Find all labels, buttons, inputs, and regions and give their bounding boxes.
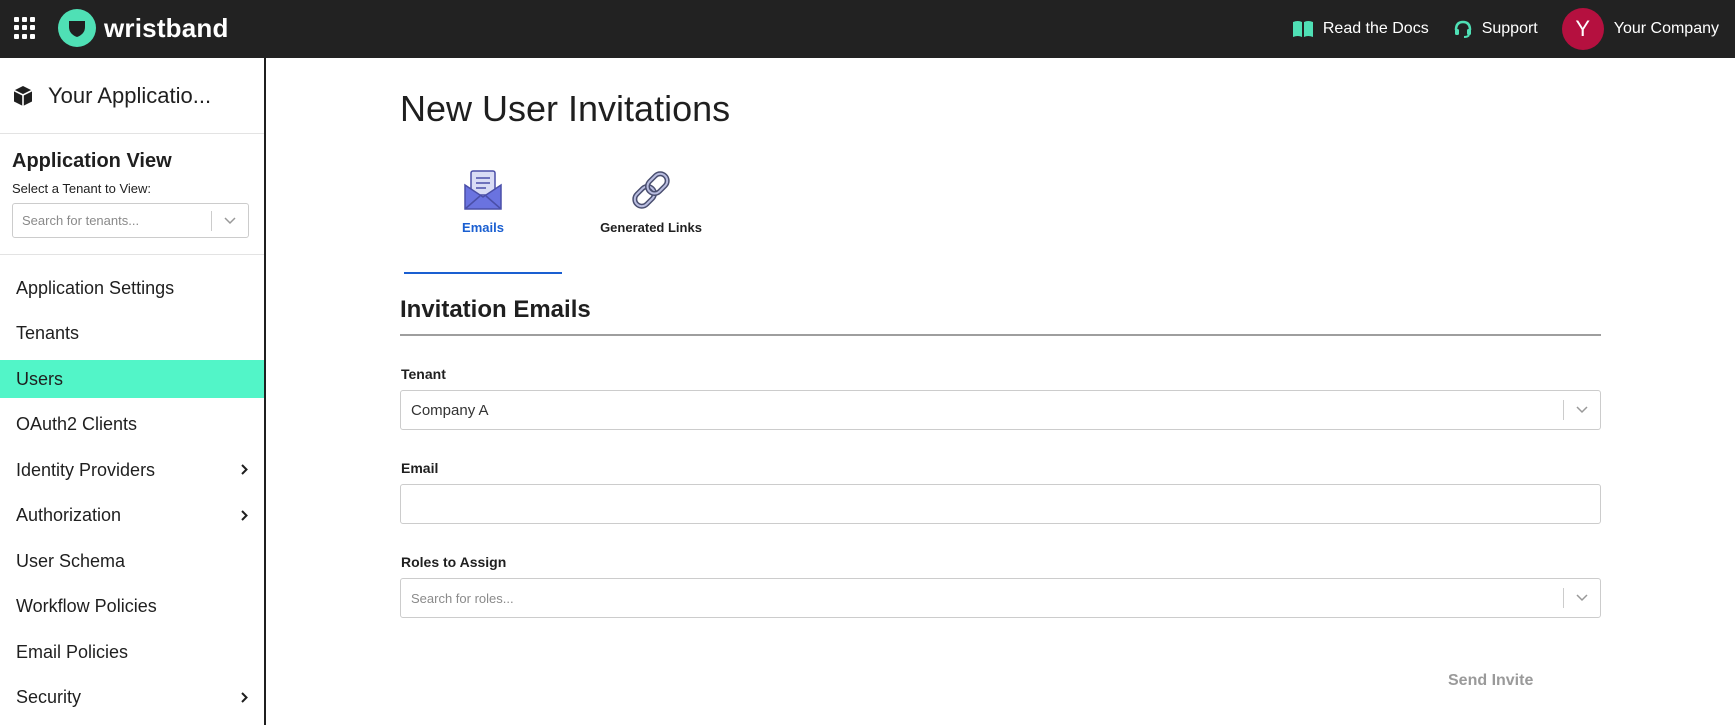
roles-field-label: Roles to Assign bbox=[401, 554, 507, 570]
sidebar-item-label: Email Policies bbox=[16, 641, 129, 662]
brand-logo[interactable]: wristband bbox=[58, 9, 229, 47]
tab-emails[interactable]: Emails bbox=[404, 166, 562, 274]
section-divider bbox=[400, 334, 1601, 336]
sidebar-item-authorization[interactable]: Authorization bbox=[0, 497, 264, 535]
sidebar-item-label: Authorization bbox=[16, 505, 122, 525]
support-link[interactable]: Support bbox=[1453, 19, 1538, 39]
read-docs-link[interactable]: Read the Docs bbox=[1292, 20, 1429, 38]
chevron-down-icon[interactable] bbox=[1564, 594, 1600, 602]
tab-label: Emails bbox=[462, 220, 504, 235]
chevron-right-icon bbox=[241, 509, 248, 521]
tab-label: Generated Links bbox=[600, 220, 702, 235]
app-switcher[interactable]: Your Applicatio... bbox=[0, 58, 264, 134]
wristband-logo-icon bbox=[58, 9, 96, 47]
headset-icon bbox=[1454, 20, 1471, 38]
tenant-search-select[interactable]: Search for tenants... bbox=[12, 203, 249, 238]
sidebar-item-user-schema[interactable]: User Schema bbox=[0, 542, 264, 580]
main-content: New User Invitations Emails Generated Li… bbox=[268, 58, 1735, 725]
sidebar-item-identity-providers[interactable]: Identity Providers bbox=[0, 451, 264, 489]
email-field[interactable] bbox=[401, 485, 1600, 523]
chevron-right-icon bbox=[241, 464, 248, 475]
send-invite-button[interactable]: Send Invite bbox=[1448, 672, 1533, 690]
email-field-label: Email bbox=[401, 460, 439, 476]
sidebar-item-oauth2-clients[interactable]: OAuth2 Clients bbox=[0, 406, 264, 444]
read-docs-label: Read the Docs bbox=[1322, 20, 1429, 37]
support-label: Support bbox=[1481, 20, 1538, 37]
sidebar-item-email-policies[interactable]: Email Policies bbox=[0, 633, 264, 671]
sidebar-item-workflow-policies[interactable]: Workflow Policies bbox=[0, 588, 264, 626]
sidebar-item-label: Application Settings bbox=[16, 277, 175, 298]
sidebar: Your Applicatio... Application View Sele… bbox=[0, 58, 266, 725]
chevron-down-icon[interactable] bbox=[1564, 406, 1600, 414]
sidebar-item-users[interactable]: Users bbox=[0, 360, 264, 398]
sidebar-item-label: Workflow Policies bbox=[16, 596, 157, 616]
brand-name: wristband bbox=[104, 12, 229, 43]
invitation-tabs: Emails Generated Links bbox=[404, 166, 730, 274]
book-icon bbox=[1292, 21, 1313, 37]
sidebar-item-label: Identity Providers bbox=[16, 459, 156, 480]
application-view-panel: Application View Select a Tenant to View… bbox=[0, 134, 264, 255]
sidebar-item-label: Users bbox=[16, 368, 64, 389]
tenant-select-label: Select a Tenant to View: bbox=[12, 181, 152, 196]
top-bar: wristband Read the Docs Support Y Your C… bbox=[0, 0, 1735, 58]
chevron-down-icon[interactable] bbox=[212, 216, 248, 225]
section-title: Invitation Emails bbox=[400, 296, 591, 323]
tenant-selected-value: Company A bbox=[411, 401, 489, 419]
tab-generated-links[interactable]: Generated Links bbox=[572, 166, 730, 266]
sidebar-nav: Application Settings Tenants Users OAuth… bbox=[0, 255, 264, 717]
roles-search-select[interactable]: Search for roles... bbox=[400, 578, 1601, 618]
envelope-icon bbox=[462, 166, 504, 214]
sidebar-item-label: Tenants bbox=[16, 323, 80, 343]
sidebar-item-label: User Schema bbox=[16, 550, 126, 571]
cube-icon bbox=[13, 85, 33, 106]
sidebar-item-security[interactable]: Security bbox=[0, 679, 264, 717]
roles-search-placeholder: Search for roles... bbox=[411, 590, 514, 606]
avatar[interactable]: Y bbox=[1561, 8, 1604, 50]
application-view-title: Application View bbox=[12, 150, 172, 172]
company-name[interactable]: Your Company bbox=[1614, 20, 1719, 38]
sidebar-item-label: OAuth2 Clients bbox=[16, 414, 138, 434]
link-icon bbox=[629, 166, 673, 214]
email-field-wrapper bbox=[400, 484, 1601, 524]
tenant-field-label: Tenant bbox=[401, 366, 446, 382]
app-grid-icon[interactable] bbox=[14, 17, 36, 39]
chevron-right-icon bbox=[241, 691, 248, 703]
app-name: Your Applicatio... bbox=[48, 82, 212, 108]
sidebar-item-application-settings[interactable]: Application Settings bbox=[0, 269, 264, 307]
sidebar-item-label: Security bbox=[16, 687, 82, 707]
sidebar-item-tenants[interactable]: Tenants bbox=[0, 315, 264, 353]
tenant-select[interactable]: Company A bbox=[400, 390, 1601, 430]
tenant-search-placeholder: Search for tenants... bbox=[22, 213, 140, 228]
page-title: New User Invitations bbox=[400, 88, 731, 129]
